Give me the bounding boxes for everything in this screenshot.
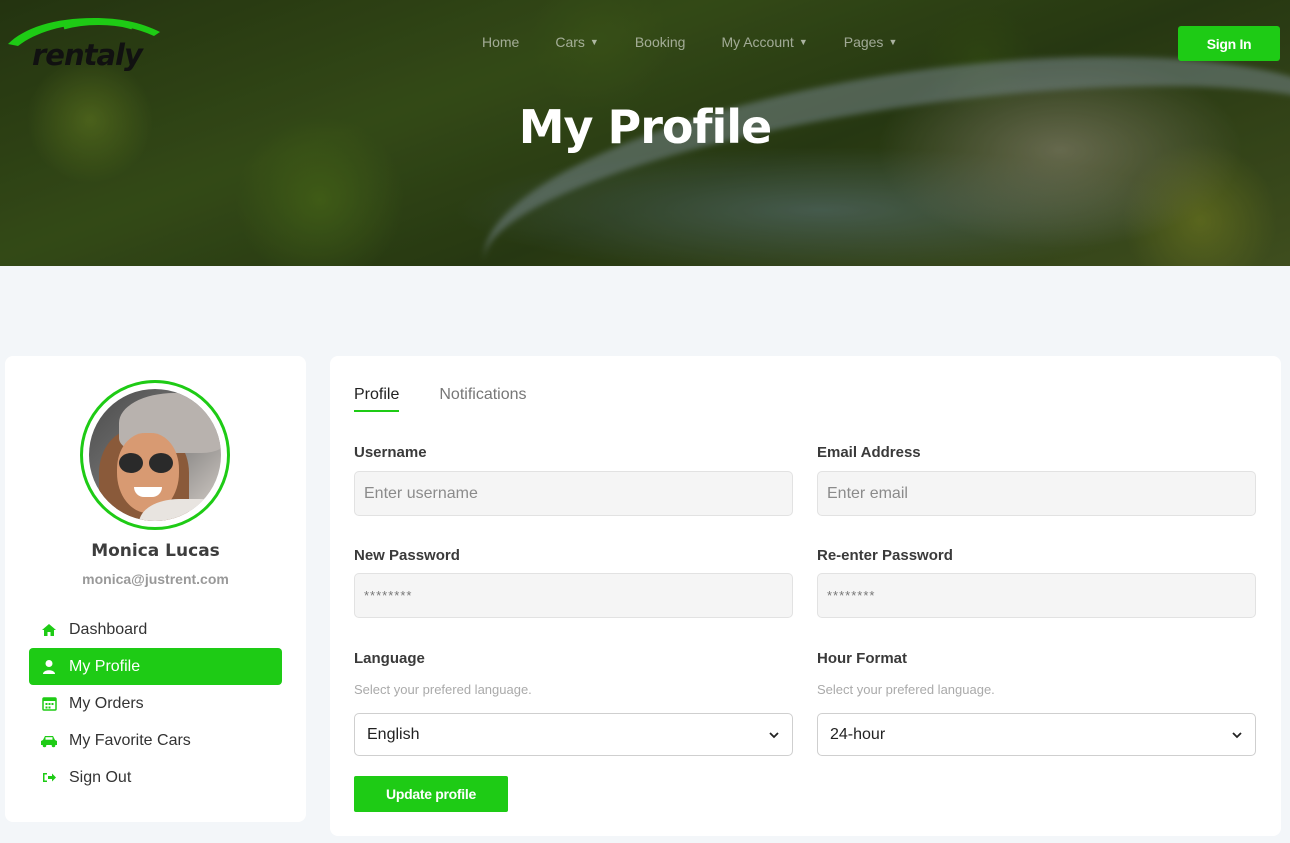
sign-in-button[interactable]: Sign In (1178, 26, 1280, 61)
nav-item-cars[interactable]: Cars ▼ (555, 34, 598, 50)
language-select[interactable]: English (354, 713, 793, 756)
hour-format-select[interactable]: 24-hour (817, 713, 1256, 756)
profile-sidebar: Monica Lucas monica@justrent.com Dashboa… (5, 356, 306, 822)
user-email: monica@justrent.com (82, 571, 229, 587)
chevron-down-icon: ▼ (589, 37, 599, 47)
nav-label: Booking (634, 34, 686, 50)
language-selected-value: English (367, 725, 420, 743)
language-help-text: Select your prefered language. (354, 682, 532, 697)
sidebar-item-sign-out[interactable]: Sign Out (29, 759, 282, 796)
avatar-photo (89, 389, 221, 521)
page-title: My Profile (518, 100, 773, 154)
new-password-input[interactable] (354, 573, 793, 618)
update-profile-button[interactable]: Update profile (354, 776, 508, 812)
sidebar-item-label: My Favorite Cars (69, 731, 191, 749)
hour-format-label: Hour Format (817, 650, 907, 667)
language-label: Language (354, 650, 425, 667)
nav-label: Home (482, 34, 520, 50)
email-label: Email Address (817, 444, 921, 461)
nav-item-my-account[interactable]: My Account ▼ (721, 34, 807, 50)
new-password-label: New Password (354, 547, 460, 564)
nav-item-home[interactable]: Home (482, 34, 519, 50)
email-input[interactable] (817, 471, 1256, 516)
hour-format-help-text: Select your prefered language. (817, 682, 995, 697)
sidebar-item-dashboard[interactable]: Dashboard (29, 611, 282, 648)
chevron-down-icon: ▼ (798, 37, 808, 47)
username-label: Username (354, 444, 427, 461)
sidebar-menu: Dashboard My Profile My Orders My Favori… (29, 611, 282, 796)
sidebar-item-my-favorite-cars[interactable]: My Favorite Cars (29, 722, 282, 759)
main-nav: Home Cars ▼ Booking My Account ▼ Pages ▼ (482, 34, 933, 50)
nav-label: Pages (843, 34, 884, 50)
tab-notifications[interactable]: Notifications (439, 386, 526, 412)
hour-format-selected-value: 24-hour (830, 725, 886, 743)
nav-item-pages[interactable]: Pages ▼ (844, 34, 898, 50)
sign-out-icon (40, 770, 58, 786)
avatar (80, 380, 230, 530)
sidebar-item-label: Dashboard (69, 620, 148, 638)
nav-label: Cars (555, 34, 585, 50)
logo-text: rentaly (32, 38, 143, 72)
sidebar-item-my-profile[interactable]: My Profile (29, 648, 282, 685)
profile-form-card: Profile Notifications Username Email Add… (330, 356, 1281, 836)
tab-profile[interactable]: Profile (354, 386, 400, 412)
brand-logo[interactable]: rentaly (4, 14, 164, 74)
chevron-down-icon (1232, 731, 1242, 738)
home-icon (40, 622, 58, 638)
username-input[interactable] (354, 471, 793, 516)
calendar-icon (40, 696, 58, 712)
nav-item-booking[interactable]: Booking (635, 34, 686, 50)
profile-tabs: Profile Notifications (354, 386, 567, 412)
sidebar-item-label: My Orders (69, 694, 144, 712)
chevron-down-icon: ▼ (888, 37, 898, 47)
car-icon (40, 733, 58, 749)
nav-label: My Account (721, 34, 794, 50)
user-icon (40, 659, 58, 675)
sidebar-item-label: Sign Out (69, 768, 132, 786)
chevron-down-icon (769, 731, 779, 738)
reenter-password-input[interactable] (817, 573, 1256, 618)
reenter-password-label: Re-enter Password (817, 547, 953, 564)
sidebar-item-my-orders[interactable]: My Orders (29, 685, 282, 722)
user-name: Monica Lucas (91, 541, 220, 561)
sidebar-item-label: My Profile (69, 657, 141, 675)
